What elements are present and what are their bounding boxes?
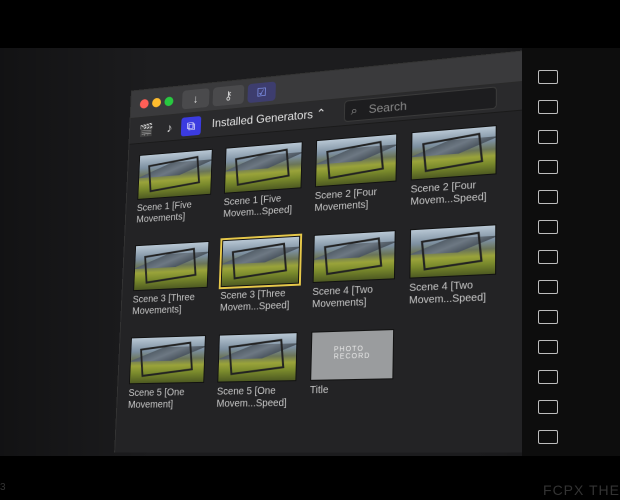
generator-label: Scene 2 [Four Movements] <box>314 186 378 214</box>
film-perforation <box>538 280 558 294</box>
film-perforation <box>538 160 558 174</box>
generator-label: Scene 1 [Five Movements] <box>136 199 192 226</box>
generator-label: Scene 2 [Four Movem...Speed] <box>410 179 487 208</box>
checkmark-icon[interactable]: ☑ <box>247 81 276 104</box>
photo-frame-shape <box>228 339 285 375</box>
photo-frame-shape <box>235 148 290 186</box>
generator-thumbnail <box>128 335 206 385</box>
generator-label: Scene 5 [One Movement] <box>127 387 185 411</box>
film-perforation <box>538 370 558 384</box>
film-perforation <box>538 310 558 324</box>
film-perforation <box>538 400 558 414</box>
generator-label: Scene 3 [Three Movem...Speed] <box>219 288 290 314</box>
generator-thumbnail <box>315 133 398 188</box>
clapper-icon[interactable]: 🎬 <box>137 120 157 140</box>
search-input[interactable] <box>368 90 492 117</box>
generators-icon[interactable]: ⧉ <box>180 115 202 137</box>
photo-frame-shape <box>421 231 483 271</box>
generator-thumbnail <box>410 125 497 181</box>
film-perforation <box>538 220 558 234</box>
film-perforation <box>538 250 558 264</box>
photo-frame-shape <box>422 132 484 172</box>
film-perforation <box>538 340 558 354</box>
installed-generators-dropdown[interactable]: Installed Generators ⌃ <box>212 106 327 130</box>
thumbnail-title-text: PHOTO RECORD <box>333 345 371 361</box>
key-icon[interactable]: ⚷ <box>212 84 245 107</box>
generator-label: Title <box>309 384 329 397</box>
watermark: FCPX THE <box>543 482 620 498</box>
film-strip-decoration <box>522 48 620 456</box>
search-icon: ⌕ <box>350 103 358 118</box>
film-perforation <box>538 100 558 114</box>
film-perforation <box>538 130 558 144</box>
generator-thumbnail <box>137 148 213 200</box>
film-perforation <box>538 190 558 204</box>
generator-label: Scene 3 [Three Movements] <box>132 292 195 318</box>
screen-stage: ↓ ⚷ ☑ 🎬 ♪ ⧉ Installed Generators ⌃ ⌕ Sce… <box>0 48 620 456</box>
generator-label: Scene 1 [Five Movem...Speed] <box>223 193 293 220</box>
film-perforation <box>538 430 558 444</box>
close-window-button[interactable] <box>139 98 149 109</box>
photo-frame-shape <box>140 341 193 377</box>
minimize-window-button[interactable] <box>151 97 162 108</box>
generator-thumbnail: PHOTO RECORD <box>310 329 395 381</box>
generator-thumbnail <box>312 230 396 284</box>
generator-thumbnail <box>217 332 298 383</box>
generator-label: Scene 4 [Two Movem...Speed] <box>408 279 487 307</box>
music-note-icon[interactable]: ♪ <box>159 118 179 138</box>
photo-frame-shape <box>326 141 385 180</box>
photo-frame-shape <box>148 156 201 193</box>
generators-browser-window: ↓ ⚷ ☑ 🎬 ♪ ⧉ Installed Generators ⌃ ⌕ Sce… <box>114 49 537 453</box>
photo-frame-shape <box>232 242 288 280</box>
generator-label: Scene 5 [One Movem...Speed] <box>216 385 287 410</box>
generator-thumbnail <box>218 233 303 290</box>
download-arrow-icon[interactable]: ↓ <box>181 88 210 110</box>
generator-thumbnail <box>133 240 210 292</box>
photo-frame-shape <box>324 237 383 275</box>
watermark-left: 3 <box>0 482 6 493</box>
generator-label: Scene 4 [Two Movements] <box>311 284 374 311</box>
generator-thumbnail <box>223 141 303 194</box>
photo-frame-shape <box>144 248 197 284</box>
zoom-window-button[interactable] <box>164 96 174 107</box>
generator-thumbnail <box>409 224 497 279</box>
film-perforation <box>538 70 558 84</box>
